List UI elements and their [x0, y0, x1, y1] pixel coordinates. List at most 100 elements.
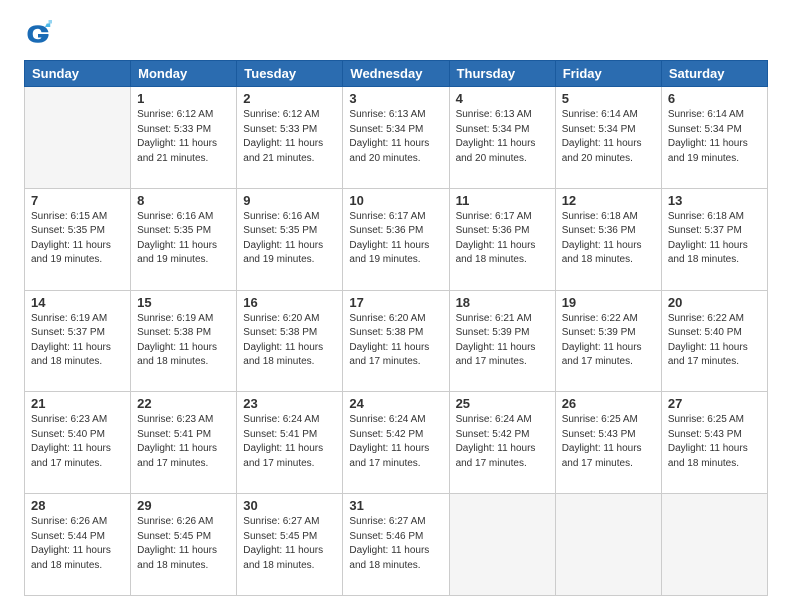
- calendar-header-wednesday: Wednesday: [343, 61, 449, 87]
- day-info: Sunrise: 6:14 AMSunset: 5:34 PMDaylight:…: [668, 108, 761, 166]
- calendar-cell: 27Sunrise: 6:25 AMSunset: 5:43 PMDayligh…: [661, 392, 767, 494]
- calendar-cell: 22 Sunrise: 6:23 AMSunset: 5:41 PMDayligh…: [131, 392, 237, 494]
- calendar-cell: 2 Sunrise: 6:12 AMSunset: 5:33 PMDaylight…: [237, 87, 343, 189]
- calendar-header-thursday: Thursday: [449, 61, 555, 87]
- calendar-table: SundayMondayTuesdayWednesdayThursdayFrid…: [24, 60, 768, 596]
- week-row-2: 7 Sunrise: 6:15 AMSunset: 5:35 PMDaylight…: [25, 188, 768, 290]
- week-row-3: 14Sunrise: 6:19 AMSunset: 5:37 PMDayligh…: [25, 290, 768, 392]
- day-number: 12: [562, 193, 655, 208]
- calendar-header-saturday: Saturday: [661, 61, 767, 87]
- day-info: Sunrise: 6:23 AMSunset: 5:41 PMDaylight:…: [137, 413, 230, 471]
- page: SundayMondayTuesdayWednesdayThursdayFrid…: [0, 0, 792, 612]
- calendar-header-monday: Monday: [131, 61, 237, 87]
- day-number: 1: [137, 91, 230, 106]
- day-number: 22: [137, 396, 230, 411]
- day-info: Sunrise: 6:13 AMSunset: 5:34 PMDaylight:…: [349, 108, 442, 166]
- day-number: 11: [456, 193, 549, 208]
- calendar-cell: 12 Sunrise: 6:18 AMSunset: 5:36 PMDayligh…: [555, 188, 661, 290]
- day-info: Sunrise: 6:24 AMSunset: 5:41 PMDaylight:…: [243, 413, 336, 471]
- day-number: 5: [562, 91, 655, 106]
- week-row-4: 21 Sunrise: 6:23 AMSunset: 5:40 PMDayligh…: [25, 392, 768, 494]
- week-row-5: 28Sunrise: 6:26 AMSunset: 5:44 PMDayligh…: [25, 494, 768, 596]
- day-number: 30: [243, 498, 336, 513]
- calendar-cell: 15 Sunrise: 6:19 AMSunset: 5:38 PMDayligh…: [131, 290, 237, 392]
- calendar-cell: 21 Sunrise: 6:23 AMSunset: 5:40 PMDayligh…: [25, 392, 131, 494]
- day-number: 2: [243, 91, 336, 106]
- calendar-cell: 10Sunrise: 6:17 AMSunset: 5:36 PMDayligh…: [343, 188, 449, 290]
- day-info: Sunrise: 6:16 AMSunset: 5:35 PMDaylight:…: [137, 210, 230, 268]
- day-number: 15: [137, 295, 230, 310]
- logo-icon: [24, 20, 52, 48]
- calendar-cell: [661, 494, 767, 596]
- day-number: 21: [31, 396, 124, 411]
- day-info: Sunrise: 6:21 AMSunset: 5:39 PMDaylight:…: [456, 312, 549, 370]
- calendar-header-sunday: Sunday: [25, 61, 131, 87]
- calendar-cell: 13Sunrise: 6:18 AMSunset: 5:37 PMDayligh…: [661, 188, 767, 290]
- day-number: 14: [31, 295, 124, 310]
- day-number: 29: [137, 498, 230, 513]
- calendar-cell: 11 Sunrise: 6:17 AMSunset: 5:36 PMDayligh…: [449, 188, 555, 290]
- calendar-cell: 6 Sunrise: 6:14 AMSunset: 5:34 PMDaylight…: [661, 87, 767, 189]
- day-number: 24: [349, 396, 442, 411]
- calendar-cell: 4 Sunrise: 6:13 AMSunset: 5:34 PMDaylight…: [449, 87, 555, 189]
- day-number: 7: [31, 193, 124, 208]
- day-info: Sunrise: 6:15 AMSunset: 5:35 PMDaylight:…: [31, 210, 124, 268]
- day-info: Sunrise: 6:22 AMSunset: 5:40 PMDaylight:…: [668, 312, 761, 370]
- calendar-cell: 18 Sunrise: 6:21 AMSunset: 5:39 PMDayligh…: [449, 290, 555, 392]
- calendar-cell: 16Sunrise: 6:20 AMSunset: 5:38 PMDayligh…: [237, 290, 343, 392]
- day-number: 27: [668, 396, 761, 411]
- calendar-header-tuesday: Tuesday: [237, 61, 343, 87]
- calendar-cell: 19 Sunrise: 6:22 AMSunset: 5:39 PMDayligh…: [555, 290, 661, 392]
- day-info: Sunrise: 6:20 AMSunset: 5:38 PMDaylight:…: [349, 312, 442, 370]
- day-number: 19: [562, 295, 655, 310]
- day-number: 9: [243, 193, 336, 208]
- day-info: Sunrise: 6:27 AMSunset: 5:46 PMDaylight:…: [349, 515, 442, 573]
- calendar-cell: 9 Sunrise: 6:16 AMSunset: 5:35 PMDaylight…: [237, 188, 343, 290]
- calendar-cell: 5Sunrise: 6:14 AMSunset: 5:34 PMDaylight…: [555, 87, 661, 189]
- calendar-cell: 30 Sunrise: 6:27 AMSunset: 5:45 PMDayligh…: [237, 494, 343, 596]
- calendar-cell: 1Sunrise: 6:12 AMSunset: 5:33 PMDaylight…: [131, 87, 237, 189]
- calendar-cell: [25, 87, 131, 189]
- calendar-cell: 3 Sunrise: 6:13 AMSunset: 5:34 PMDaylight…: [343, 87, 449, 189]
- day-number: 20: [668, 295, 761, 310]
- calendar-cell: 26 Sunrise: 6:25 AMSunset: 5:43 PMDayligh…: [555, 392, 661, 494]
- day-number: 26: [562, 396, 655, 411]
- day-info: Sunrise: 6:12 AMSunset: 5:33 PMDaylight:…: [243, 108, 336, 166]
- day-number: 18: [456, 295, 549, 310]
- day-info: Sunrise: 6:24 AMSunset: 5:42 PMDaylight:…: [349, 413, 442, 471]
- day-info: Sunrise: 6:16 AMSunset: 5:35 PMDaylight:…: [243, 210, 336, 268]
- day-number: 10: [349, 193, 442, 208]
- day-info: Sunrise: 6:26 AMSunset: 5:45 PMDaylight:…: [137, 515, 230, 573]
- day-number: 25: [456, 396, 549, 411]
- calendar-cell: 20 Sunrise: 6:22 AMSunset: 5:40 PMDayligh…: [661, 290, 767, 392]
- day-info: Sunrise: 6:19 AMSunset: 5:38 PMDaylight:…: [137, 312, 230, 370]
- calendar-header-row: SundayMondayTuesdayWednesdayThursdayFrid…: [25, 61, 768, 87]
- day-number: 31: [349, 498, 442, 513]
- day-number: 6: [668, 91, 761, 106]
- calendar-cell: 7 Sunrise: 6:15 AMSunset: 5:35 PMDaylight…: [25, 188, 131, 290]
- day-info: Sunrise: 6:18 AMSunset: 5:36 PMDaylight:…: [562, 210, 655, 268]
- day-number: 3: [349, 91, 442, 106]
- day-info: Sunrise: 6:17 AMSunset: 5:36 PMDaylight:…: [456, 210, 549, 268]
- day-info: Sunrise: 6:20 AMSunset: 5:38 PMDaylight:…: [243, 312, 336, 370]
- day-number: 23: [243, 396, 336, 411]
- day-number: 8: [137, 193, 230, 208]
- day-info: Sunrise: 6:25 AMSunset: 5:43 PMDaylight:…: [562, 413, 655, 471]
- day-info: Sunrise: 6:23 AMSunset: 5:40 PMDaylight:…: [31, 413, 124, 471]
- calendar-cell: 31 Sunrise: 6:27 AMSunset: 5:46 PMDayligh…: [343, 494, 449, 596]
- calendar-cell: [555, 494, 661, 596]
- day-number: 28: [31, 498, 124, 513]
- day-info: Sunrise: 6:27 AMSunset: 5:45 PMDaylight:…: [243, 515, 336, 573]
- week-row-1: 1 Sunrise: 6:12 AMSunset: 5:33 PMDaylight…: [25, 87, 768, 189]
- calendar-cell: 25Sunrise: 6:24 AMSunset: 5:42 PMDayligh…: [449, 392, 555, 494]
- day-info: Sunrise: 6:22 AMSunset: 5:39 PMDaylight:…: [562, 312, 655, 370]
- calendar-header-friday: Friday: [555, 61, 661, 87]
- day-number: 4: [456, 91, 549, 106]
- day-number: 17: [349, 295, 442, 310]
- header: [24, 20, 768, 48]
- logo: [24, 20, 56, 48]
- calendar-cell: 23 Sunrise: 6:24 AMSunset: 5:41 PMDayligh…: [237, 392, 343, 494]
- calendar-cell: 8 Sunrise: 6:16 AMSunset: 5:35 PMDaylight…: [131, 188, 237, 290]
- day-info: Sunrise: 6:13 AMSunset: 5:34 PMDaylight:…: [456, 108, 549, 166]
- calendar-cell: 24 Sunrise: 6:24 AMSunset: 5:42 PMDayligh…: [343, 392, 449, 494]
